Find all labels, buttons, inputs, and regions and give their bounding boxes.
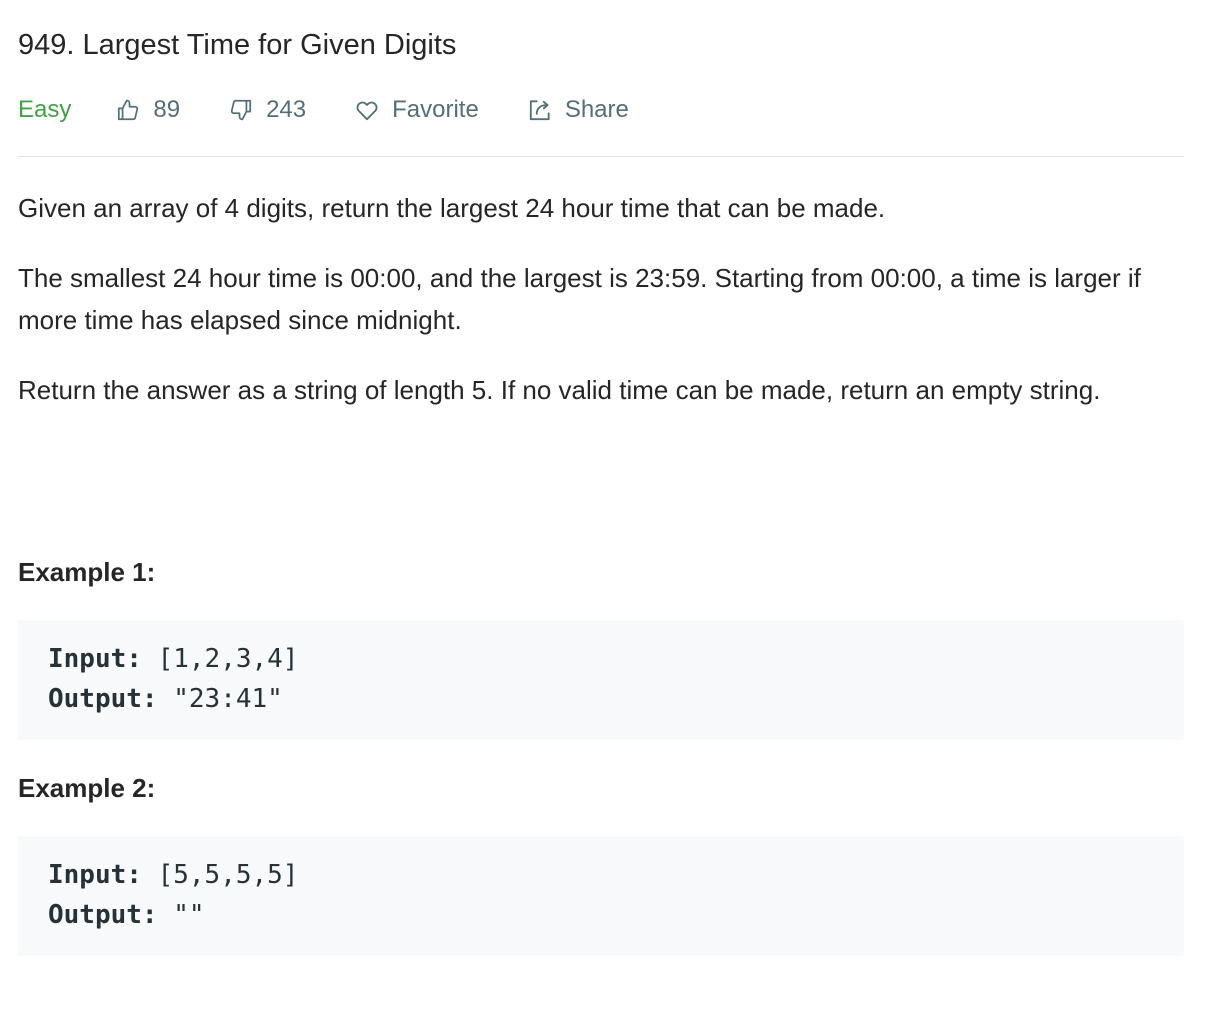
example-output-line: Output: "" xyxy=(48,895,1184,935)
favorite-label: Favorite xyxy=(392,96,479,123)
heart-icon xyxy=(356,101,378,121)
output-value: "23:41" xyxy=(157,684,283,714)
example-input-line: Input: [1,2,3,4] xyxy=(48,639,1184,679)
example-output-line: Output: "23:41" xyxy=(48,679,1184,719)
output-label: Output: xyxy=(48,900,158,930)
thumbs-down-icon xyxy=(230,99,252,121)
input-label: Input: xyxy=(48,644,142,674)
difficulty-label: Easy xyxy=(18,96,72,123)
thumbs-up-icon xyxy=(118,99,139,121)
share-button[interactable]: Share xyxy=(527,96,629,124)
example-input-line: Input: [5,5,5,5] xyxy=(48,855,1184,895)
dislike-count: 243 xyxy=(266,96,307,123)
description-paragraph: Return the answer as a string of length … xyxy=(18,375,1101,405)
output-value: "" xyxy=(157,900,205,930)
header-divider xyxy=(18,156,1184,157)
favorite-button[interactable]: Favorite xyxy=(354,96,479,124)
problem-title: 949. Largest Time for Given Digits xyxy=(18,29,457,61)
description-paragraph: Given an array of 4 digits, return the l… xyxy=(18,193,886,223)
share-label: Share xyxy=(564,96,629,123)
input-value: [1,2,3,4] xyxy=(141,644,299,674)
dislike-button[interactable]: 243 xyxy=(228,96,306,124)
input-label: Input: xyxy=(48,860,142,890)
share-icon xyxy=(529,100,550,121)
input-value: [5,5,5,5] xyxy=(141,860,299,890)
example-code-block: Input: [5,5,5,5] Output: "" xyxy=(18,836,1184,956)
problem-meta-bar: Easy 89 243 Favorite Share xyxy=(18,92,629,128)
output-label: Output: xyxy=(48,684,158,714)
problem-page: 949. Largest Time for Given Digits Easy … xyxy=(0,0,1226,1026)
example-code-block: Input: [1,2,3,4] Output: "23:41" xyxy=(18,620,1184,740)
example-heading: Example 2: xyxy=(18,773,156,803)
like-button[interactable]: 89 xyxy=(115,96,180,124)
example-heading: Example 1: xyxy=(18,557,156,587)
description-paragraph: The smallest 24 hour time is 00:00, and … xyxy=(18,263,1141,335)
like-count: 89 xyxy=(153,96,181,123)
